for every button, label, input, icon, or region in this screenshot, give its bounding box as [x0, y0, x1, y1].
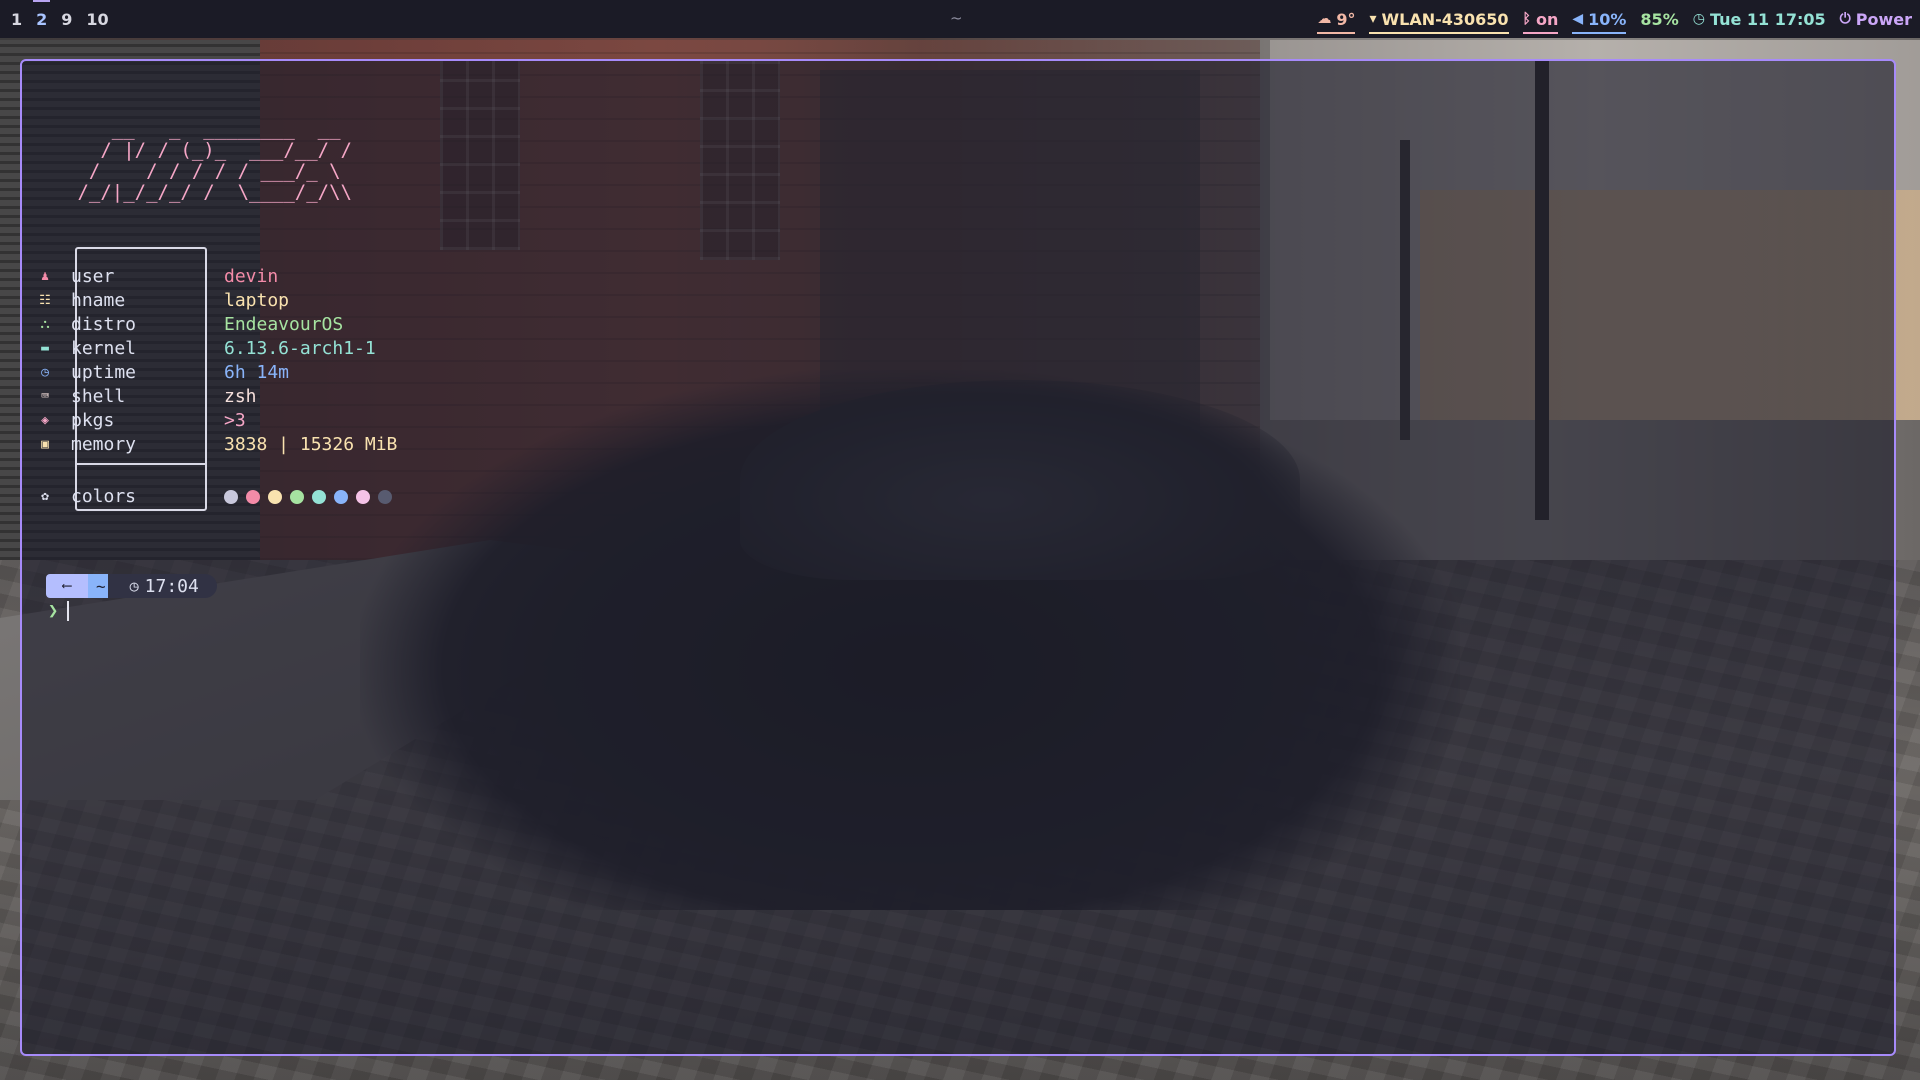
color-swatch — [312, 490, 326, 504]
battery-value: 85% — [1640, 9, 1679, 29]
battery-module[interactable]: 85% — [1640, 0, 1678, 38]
cloud-icon: ☁ — [1317, 11, 1332, 27]
workspace-1-button[interactable]: 1 — [4, 0, 29, 38]
clock-module[interactable]: ◷ Tue 11 17:05 — [1693, 0, 1826, 38]
volume-value: 10% — [1588, 9, 1627, 29]
user-icon: ♟ — [41, 269, 49, 284]
uptime-icon: ◷ — [41, 365, 49, 380]
host-icon: ☷ — [39, 293, 51, 308]
ascii-logo: __ _ ________ __ / |/ / (_)_ ___/__/ / /… — [77, 118, 352, 203]
color-swatch — [290, 490, 304, 504]
fetch-key: memory — [71, 434, 137, 455]
fetch-key: distro — [71, 314, 137, 335]
palette-icon: ✿ — [41, 489, 49, 504]
text-cursor — [67, 601, 70, 621]
power-button[interactable]: ⏻ Power — [1840, 0, 1912, 38]
color-swatch — [356, 490, 370, 504]
bluetooth-status: on — [1535, 9, 1559, 29]
fetch-value: 6.13.6-arch1-1 — [224, 338, 376, 359]
fetch-key: shell — [71, 386, 126, 407]
power-icon: ⏻ — [1839, 11, 1851, 27]
workspace-9-button[interactable]: 9 — [54, 0, 79, 38]
fetch-key: pkgs — [71, 410, 115, 431]
fetch-value: 6h 14m — [224, 362, 290, 383]
workspace-10-button[interactable]: 10 — [79, 0, 115, 38]
color-swatch — [378, 490, 392, 504]
fetch-value: >3 — [224, 410, 246, 431]
memory-icon: ▣ — [41, 437, 49, 452]
arch-icon: ⟵ — [46, 574, 88, 598]
fetch-value: EndeavourOS — [224, 314, 344, 335]
window-title: ~ — [950, 9, 963, 27]
clock-icon: ◷ — [1692, 11, 1705, 27]
prompt-time-value: 17:04 — [144, 575, 199, 597]
kernel-icon: ▬ — [41, 341, 49, 356]
network-name: WLAN-430650 — [1381, 9, 1509, 29]
workspace-2-button[interactable]: 2 — [29, 0, 54, 38]
bluetooth-module[interactable]: ᛒ on — [1522, 0, 1559, 38]
fetch-key: hname — [71, 290, 126, 311]
clock-value: Tue 11 17:05 — [1709, 9, 1826, 29]
clock-icon: ◷ — [129, 577, 139, 595]
power-label: Power — [1855, 9, 1912, 29]
color-swatch — [268, 490, 282, 504]
fetch-value: 3838 | 15326 MiB — [224, 434, 398, 455]
prompt-symbol: ❯ — [48, 601, 59, 621]
command-line[interactable]: ❯ — [48, 599, 70, 623]
workspace-list: 1 2 9 10 — [0, 0, 116, 38]
prompt-line: ⟵ ~ ◷ 17:04 — [46, 573, 217, 599]
fetch-key: kernel — [71, 338, 137, 359]
fetch-key: user — [71, 266, 115, 287]
terminal-window[interactable]: __ _ ________ __ / |/ / (_)_ ___/__/ / /… — [20, 59, 1896, 1056]
fetch-value: laptop — [224, 290, 290, 311]
color-palette — [224, 485, 392, 509]
weather-module[interactable]: ☁ 9° — [1317, 0, 1356, 38]
fetch-key: colors — [71, 486, 137, 507]
bluetooth-icon: ᛒ — [1522, 11, 1531, 27]
prompt-time: ◷ 17:04 — [107, 574, 217, 598]
distro-icon: ⛬ — [40, 317, 50, 332]
status-bar: 1 2 9 10 ~ ☁ 9° ▾ WLAN-430650 ᛒ on ◀ 10%… — [0, 0, 1920, 38]
color-swatch — [246, 490, 260, 504]
shell-icon: ⌨ — [41, 389, 49, 404]
network-module[interactable]: ▾ WLAN-430650 — [1369, 0, 1509, 38]
weather-value: 9° — [1336, 9, 1356, 29]
fetch-key: uptime — [71, 362, 137, 383]
fetch-value: devin — [224, 266, 279, 287]
fetch-divider — [77, 463, 205, 465]
volume-module[interactable]: ◀ 10% — [1572, 0, 1627, 38]
package-icon: ◈ — [41, 413, 49, 428]
volume-icon: ◀ — [1572, 11, 1584, 27]
fetch-value: zsh — [224, 386, 257, 407]
color-swatch — [334, 490, 348, 504]
wifi-icon: ▾ — [1369, 11, 1377, 27]
color-swatch — [224, 490, 238, 504]
